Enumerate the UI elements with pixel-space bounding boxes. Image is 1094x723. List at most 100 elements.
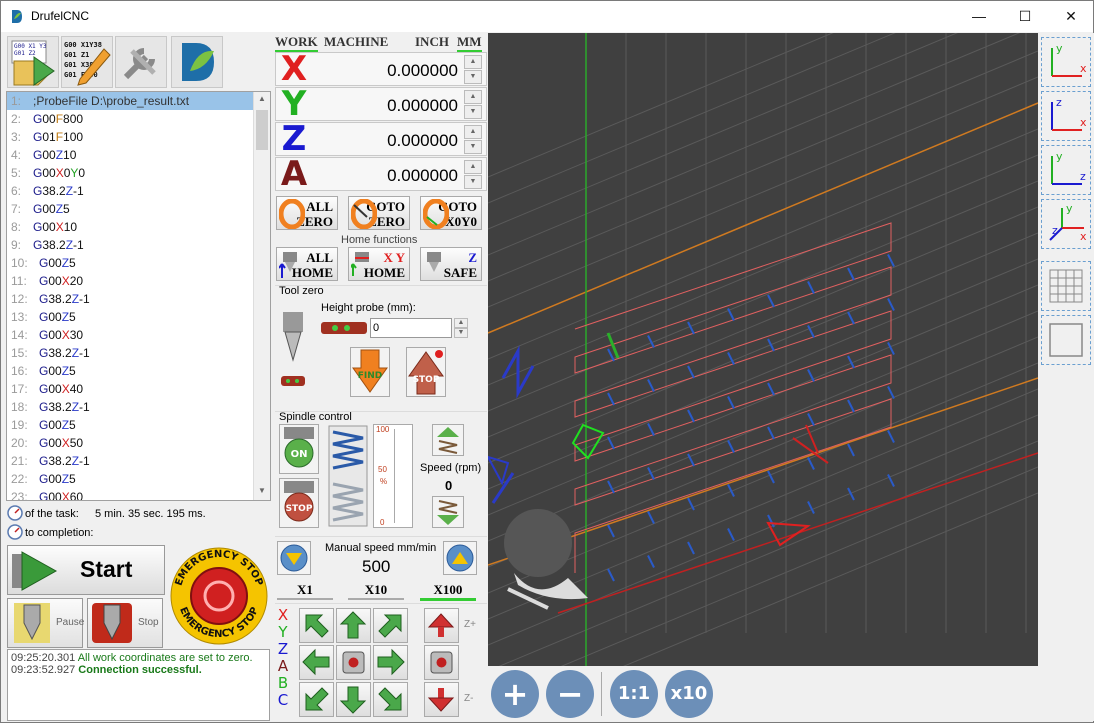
gcode-list[interactable]: 1: ;ProbeFile D:\probe_result.txt 2: G00F80… xyxy=(6,91,271,501)
gcode-text: G38.2Z-1 xyxy=(39,400,90,414)
axis-letter-x: X xyxy=(280,49,308,89)
axis-down-arrow-icon[interactable]: ▼ xyxy=(464,105,482,119)
axis-up-arrow-icon[interactable]: ▲ xyxy=(464,160,482,174)
height-probe-input[interactable] xyxy=(370,318,452,338)
probe-stop-button[interactable]: STOP xyxy=(406,347,446,397)
emergency-stop-button[interactable]: EMERGENCY STOP EMERGENCY STOP xyxy=(168,545,270,647)
gcode-line[interactable]: 11: G00X20 xyxy=(7,272,270,290)
goto-x0y0-button[interactable]: GOTO X0Y0 xyxy=(420,196,482,230)
3d-viewport[interactable] xyxy=(488,33,1038,666)
axis-up-arrow-icon[interactable]: ▲ xyxy=(464,55,482,69)
jog-center-button[interactable] xyxy=(336,645,371,680)
probe-point xyxy=(687,409,695,423)
about-button[interactable] xyxy=(171,36,223,88)
gcode-line[interactable]: 13: G00Z5 xyxy=(7,308,270,326)
jog-z-plus-button[interactable] xyxy=(424,608,459,643)
manual-speed-up-button[interactable] xyxy=(443,541,477,575)
toggle-border-button[interactable] xyxy=(1041,315,1091,365)
spindle-on-button[interactable]: ON xyxy=(279,424,319,474)
gcode-line[interactable]: 5: G00X0Y0 xyxy=(7,164,270,182)
manual-speed-down-button[interactable] xyxy=(277,541,311,575)
tab-inch[interactable]: INCH xyxy=(415,34,449,50)
jog-x-minus-y-plus-button[interactable] xyxy=(299,608,334,643)
jog-x-minus-y-minus-button[interactable] xyxy=(299,682,334,717)
jog-y-minus-button[interactable] xyxy=(336,682,371,717)
stop-button[interactable]: Stop xyxy=(87,598,163,648)
close-button[interactable]: ✕ xyxy=(1048,1,1094,32)
spindle-stop-button[interactable]: STOP xyxy=(279,478,319,528)
start-button[interactable]: Start xyxy=(7,545,165,595)
tool-zero-group: Tool zero Height probe (mm): ▲ ▼ FIND ST… xyxy=(275,285,487,411)
jog-x-plus-y-minus-button[interactable] xyxy=(373,682,408,717)
view-side-button[interactable]: yz xyxy=(1041,145,1091,195)
gcode-line[interactable]: 1: ;ProbeFile D:\probe_result.txt xyxy=(7,92,270,110)
tab-mm[interactable]: MM xyxy=(457,34,482,53)
jog-z-minus-button[interactable] xyxy=(424,682,459,717)
jog-x-minus-button[interactable] xyxy=(299,645,334,680)
jog-x-plus-button[interactable] xyxy=(373,645,408,680)
axis-down-arrow-icon[interactable]: ▼ xyxy=(464,70,482,84)
gcode-line[interactable]: 18: G38.2Z-1 xyxy=(7,398,270,416)
axis-up-arrow-icon[interactable]: ▲ xyxy=(464,125,482,139)
toggle-grid-button[interactable] xyxy=(1041,261,1091,311)
edit-code-button[interactable]: G00 X1Y38 G01 Z1 G01 X38 G01 F300 xyxy=(61,36,113,88)
step-x10[interactable]: X10 xyxy=(348,582,404,600)
gcode-line[interactable]: 4: G00Z10 xyxy=(7,146,270,164)
xy-home-button[interactable]: X Y HOME xyxy=(348,247,410,281)
line-number: 18: xyxy=(11,400,28,414)
gcode-line[interactable]: 21: G38.2Z-1 xyxy=(7,452,270,470)
pause-button[interactable]: Pause xyxy=(7,598,84,648)
settings-button[interactable] xyxy=(115,36,167,88)
jog-x-plus-y-plus-button[interactable] xyxy=(373,608,408,643)
view-iso-button[interactable]: y x z xyxy=(1041,199,1091,249)
open-file-button[interactable]: G00 X1 Y3 G01 Z2 xyxy=(7,36,59,88)
axis-down-arrow-icon[interactable]: ▼ xyxy=(464,175,482,189)
gcode-line[interactable]: 10: G00Z5 xyxy=(7,254,270,272)
minimize-button[interactable]: — xyxy=(956,1,1002,32)
zoom-1to1-button[interactable]: 1:1 xyxy=(610,670,658,718)
speed-down-button[interactable] xyxy=(432,496,464,528)
zoom-out-button[interactable]: − xyxy=(546,670,594,718)
z-safe-button[interactable]: Z SAFE xyxy=(420,247,482,281)
gcode-scrollbar[interactable]: ▲ ▼ xyxy=(253,92,270,500)
probe-up-arrow-icon[interactable]: ▲ xyxy=(454,318,468,328)
gcode-line[interactable]: 19: G00Z5 xyxy=(7,416,270,434)
maximize-button[interactable]: ☐ xyxy=(1002,1,1048,32)
jog-axis-selector[interactable]: X Y Z A B C xyxy=(275,607,291,709)
gcode-line[interactable]: 17: G00X40 xyxy=(7,380,270,398)
gcode-line[interactable]: 14: G00X30 xyxy=(7,326,270,344)
gcode-line[interactable]: 2: G00F800 xyxy=(7,110,270,128)
step-x100[interactable]: X100 xyxy=(420,582,476,601)
gcode-line[interactable]: 9: G38.2Z-1 xyxy=(7,236,270,254)
tab-machine[interactable]: MACHINE xyxy=(324,34,388,50)
gcode-line[interactable]: 8: G00X10 xyxy=(7,218,270,236)
probe-point xyxy=(607,436,615,450)
goto-zero-button[interactable]: GOTO ZERO xyxy=(348,196,410,230)
axis-down-arrow-icon[interactable]: ▼ xyxy=(464,140,482,154)
gcode-line[interactable]: 3: G01F100 xyxy=(7,128,270,146)
jog-z-center-button[interactable] xyxy=(424,645,459,680)
gcode-line[interactable]: 22: G00Z5 xyxy=(7,470,270,488)
zoom-in-button[interactable]: + xyxy=(491,670,539,718)
gcode-line[interactable]: 12: G38.2Z-1 xyxy=(7,290,270,308)
axis-up-arrow-icon[interactable]: ▲ xyxy=(464,90,482,104)
all-home-button[interactable]: ALL HOME xyxy=(276,247,338,281)
spindle-speed-slider[interactable]: 100 50 % 0 xyxy=(373,424,413,528)
gcode-line[interactable]: 6: G38.2Z-1 xyxy=(7,182,270,200)
find-button[interactable]: FIND xyxy=(350,347,390,397)
view-top-button[interactable]: yx xyxy=(1041,37,1091,87)
speed-up-button[interactable] xyxy=(432,424,464,456)
jog-y-plus-button[interactable] xyxy=(336,608,371,643)
view-front-button[interactable]: zx xyxy=(1041,91,1091,141)
line-number: 13: xyxy=(11,310,28,324)
gcode-line[interactable]: 15: G38.2Z-1 xyxy=(7,344,270,362)
all-zero-button[interactable]: ALL ZERO xyxy=(276,196,338,230)
zoom-x10-button[interactable]: x10 xyxy=(665,670,713,718)
probe-down-arrow-icon[interactable]: ▼ xyxy=(454,328,468,338)
gcode-line[interactable]: 7: G00Z5 xyxy=(7,200,270,218)
gcode-line[interactable]: 20: G00X50 xyxy=(7,434,270,452)
step-x1[interactable]: X1 xyxy=(277,582,333,600)
gcode-line[interactable]: 16: G00Z5 xyxy=(7,362,270,380)
gcode-line[interactable]: 23: G00X60 xyxy=(7,488,270,500)
arrow-left-icon xyxy=(302,648,330,676)
